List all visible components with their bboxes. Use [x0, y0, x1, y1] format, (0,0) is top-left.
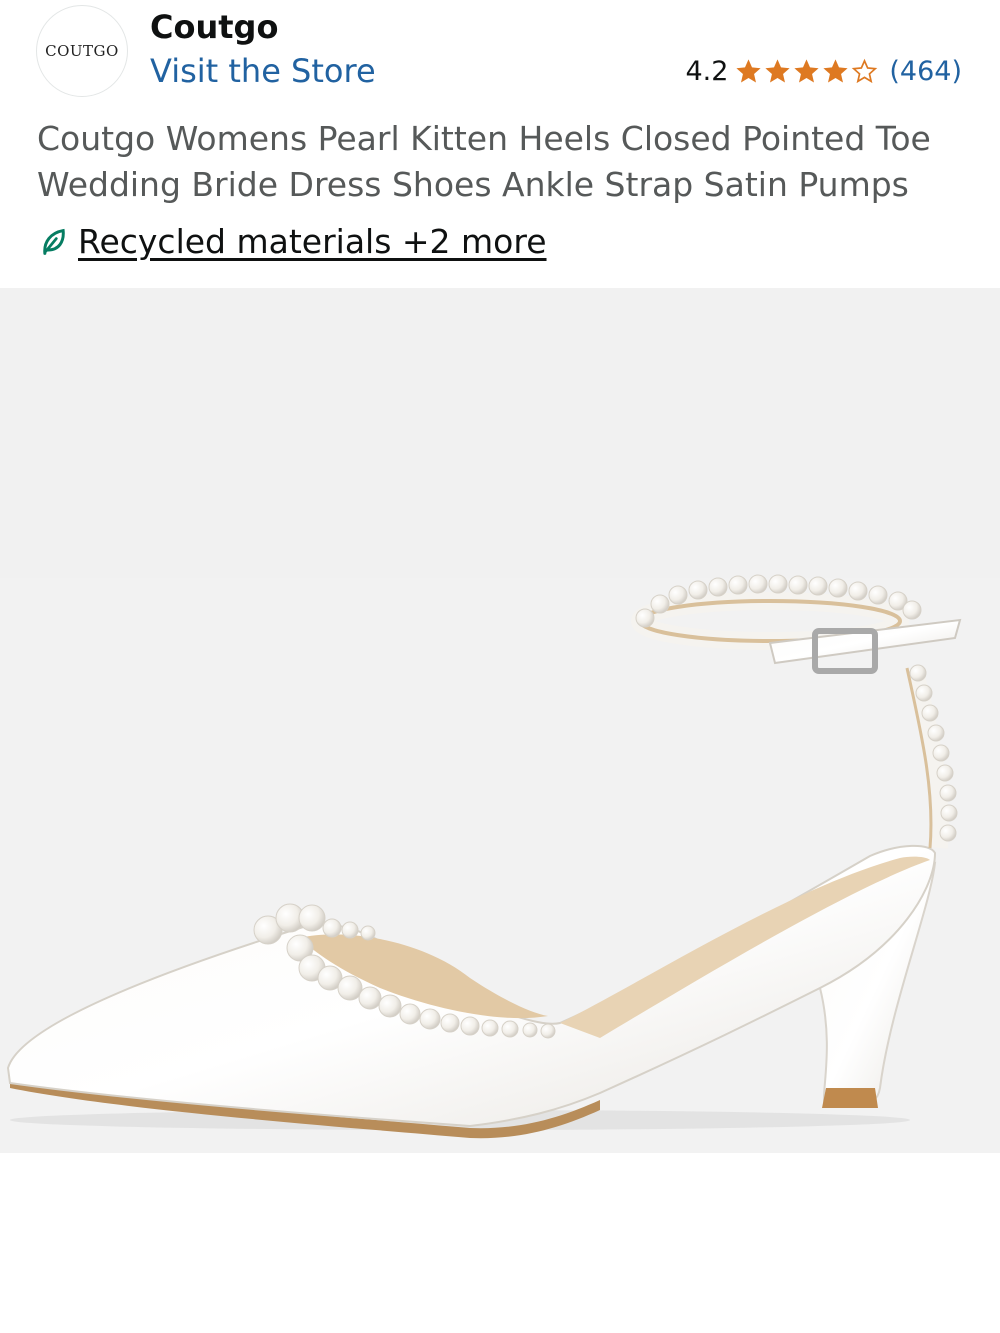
brand-name: Coutgo	[150, 8, 279, 46]
product-header: COUTGO Coutgo Visit the Store 4.2 (464) …	[0, 0, 1000, 288]
star-full-icon	[736, 59, 761, 83]
brand-logo-text: COUTGO	[45, 42, 119, 60]
brand-logo[interactable]: COUTGO	[36, 5, 128, 97]
sustainability-features-link[interactable]: Recycled materials +2 more	[40, 222, 547, 261]
rating-value: 4.2	[685, 56, 729, 87]
product-image[interactable]	[0, 288, 1000, 1333]
star-full-icon	[823, 59, 848, 83]
visit-store-link[interactable]: Visit the Store	[150, 52, 376, 90]
features-link-text: Recycled materials +2 more	[78, 222, 547, 261]
star-rating	[734, 57, 879, 86]
product-title: Coutgo Womens Pearl Kitten Heels Closed …	[37, 119, 931, 204]
rating-summary[interactable]: 4.2 (464)	[685, 56, 962, 87]
star-full-icon	[765, 59, 790, 83]
shoe-illustration	[6, 574, 962, 1139]
leaf-icon	[43, 228, 65, 255]
review-count-link[interactable]: (464)	[889, 56, 962, 87]
star-empty-icon	[852, 58, 878, 84]
star-full-icon	[794, 59, 819, 83]
